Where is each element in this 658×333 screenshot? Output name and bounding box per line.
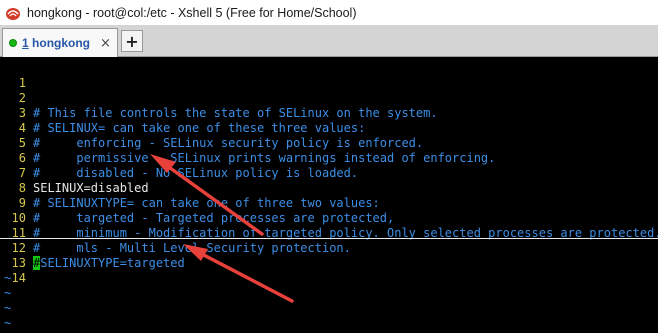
connected-dot-icon	[9, 39, 17, 47]
terminal-line: 4 # enforcing - SELinux security policy …	[0, 106, 658, 150]
terminal-area[interactable]: 1 2 # This file controls the state of SE…	[0, 58, 658, 333]
tab-number: 1	[22, 36, 29, 50]
title-bar: hongkong - root@col:/etc - Xshell 5 (Fre…	[0, 0, 658, 25]
tab-hongkong[interactable]: 1 hongkong ×	[2, 28, 118, 57]
tilde: ~	[4, 316, 12, 330]
terminal-line: 14	[0, 256, 658, 285]
terminal-line: 7 SELINUX=disabled	[0, 151, 658, 195]
terminal-line: 11 # mls - Multi Level Security protecti…	[0, 211, 658, 255]
terminal-line: 6 # disabled - No SELinux policy is load…	[0, 136, 658, 180]
window-title: hongkong - root@col:/etc - Xshell 5 (Fre…	[27, 5, 357, 20]
tab-bar: 1 hongkong × +	[0, 25, 658, 57]
empty-line-marker: ~	[0, 271, 658, 286]
terminal-line: 9 # targeted - Targeted processes are pr…	[0, 181, 658, 225]
close-icon[interactable]: ×	[100, 36, 111, 51]
terminal-line: 8 # SELINUXTYPE= can take one of three t…	[0, 166, 658, 210]
plus-icon[interactable]: +	[121, 30, 143, 52]
terminal-line: 2 # This file controls the state of SELi…	[0, 76, 658, 120]
tilde: ~	[4, 301, 12, 315]
empty-line-marker: ~	[0, 316, 658, 331]
tab-label: 1 hongkong	[22, 36, 90, 50]
terminal-line: 5 # permissive - SELinux prints warnings…	[0, 121, 658, 165]
xshell-app-icon	[6, 7, 20, 20]
tilde: ~	[4, 271, 12, 285]
terminal-line: 13	[0, 241, 658, 270]
cursor-line-underline	[0, 238, 658, 239]
terminal-line: 1	[0, 61, 658, 90]
terminal-line: 3 # SELINUX= can take one of these three…	[0, 91, 658, 135]
tab-name: hongkong	[32, 36, 91, 50]
empty-line-marker: ~	[0, 301, 658, 316]
empty-line-marker: ~	[0, 286, 658, 301]
tilde: ~	[4, 286, 12, 300]
terminal-line: 10 # minimum - Modification of targeted …	[0, 196, 658, 240]
